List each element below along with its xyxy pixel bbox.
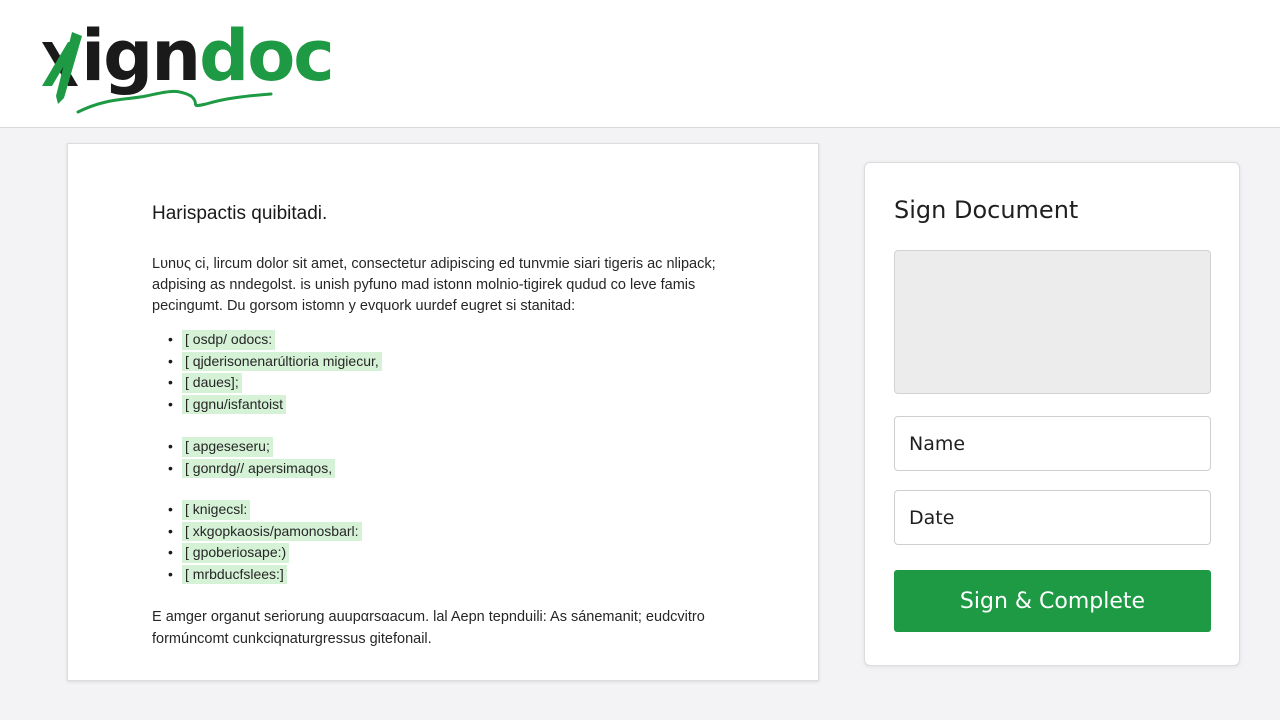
sign-complete-button[interactable]: Sign & Complete [894, 570, 1211, 632]
xigndoc-logo[interactable]: xigndoc [38, 14, 338, 114]
signature-pad[interactable] [894, 250, 1211, 394]
document-title: Harispactis quibitadi. [152, 203, 328, 224]
date-input[interactable] [894, 490, 1211, 545]
footer-line: E amger organut seriorung auupαrsαacum. … [152, 609, 705, 625]
highlighted-field: [ apgeseseru; [182, 437, 273, 457]
highlighted-field: [ gonrdg// apersimaqos, [182, 458, 336, 478]
intro-line: Lυnυς ci, lircum dolor sit amet, consect… [152, 256, 716, 272]
document-preview: Harispactis quibitadi. Lυnυς ci, lircum … [67, 143, 819, 681]
highlighted-field: [ osdp/ odocs: [182, 330, 276, 350]
document-footer: E amger organut seriorung auupαrsαacum. … [152, 606, 752, 650]
signature-swoosh-icon [76, 89, 273, 114]
intro-line: pecingumt. Du gorsom istomn y evquork uu… [152, 298, 576, 314]
footer-line: formúncomt cunkciqnaturgressus gitefonai… [152, 631, 432, 647]
highlighted-field: [ gpoberiosape:) [182, 543, 290, 563]
highlighted-field: [ daues]; [182, 373, 242, 393]
sign-document-panel: Sign Document Sign & Complete [864, 162, 1240, 666]
document-intro: Lυnυς ci, lircum dolor sit amet, consect… [152, 254, 716, 317]
panel-title: Sign Document [894, 196, 1079, 224]
highlighted-field: [ knigecsl: [182, 500, 251, 520]
highlighted-field: [ mrbducfslees:] [182, 564, 287, 584]
app-header: xigndoc [0, 0, 1280, 128]
intro-line: adpising as nndegolst. is unish pyfuno m… [152, 277, 696, 293]
highlighted-field: [ ggnu/isfantoist [182, 394, 287, 414]
highlighted-field: [ xkgopkaosis/pamonosbarl: [182, 521, 362, 541]
highlighted-field: [ qjderisonenarúltioria migiecur, [182, 351, 382, 371]
name-input[interactable] [894, 416, 1211, 471]
